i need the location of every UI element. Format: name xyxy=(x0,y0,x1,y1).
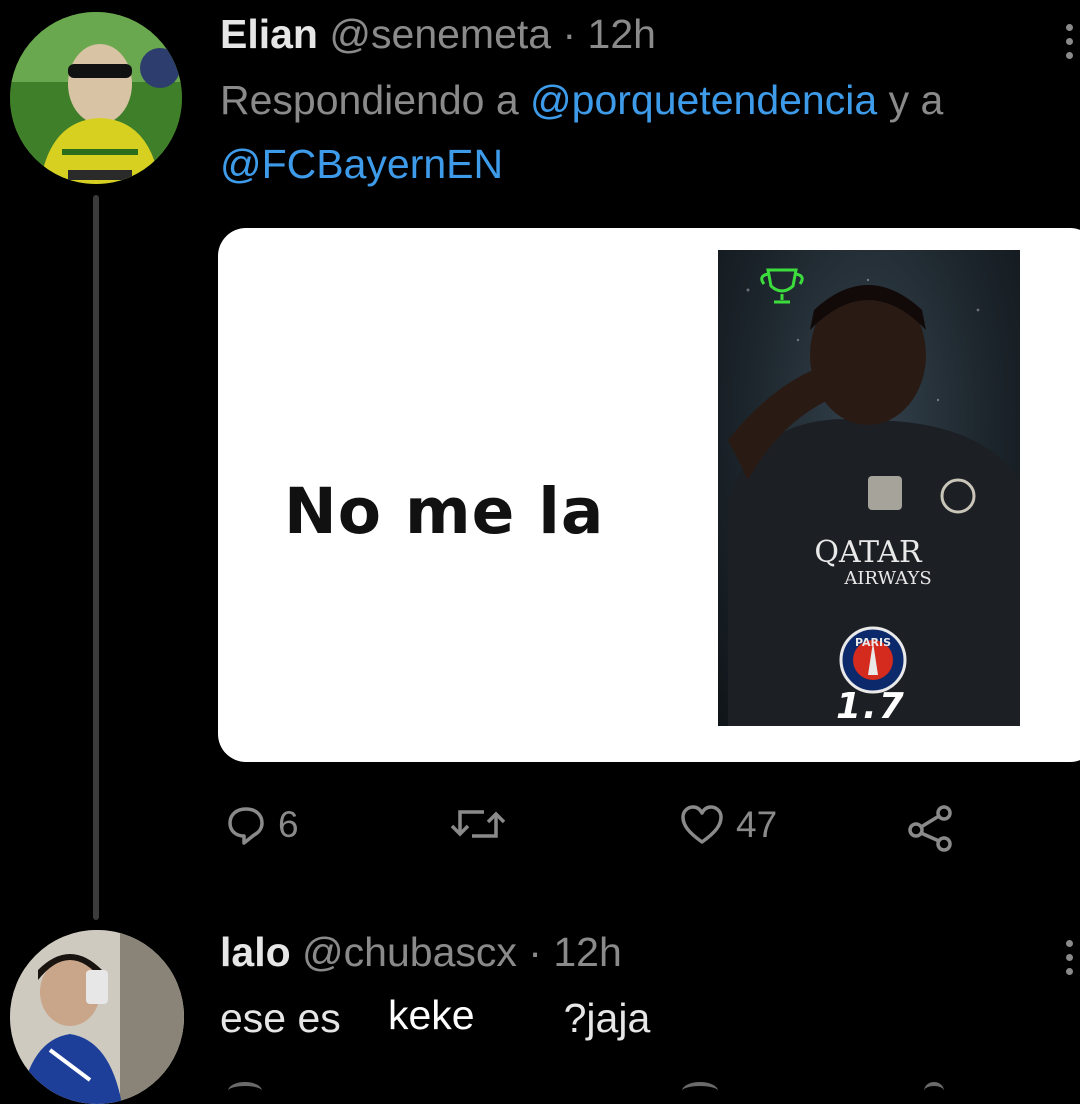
overlay-word: keke xyxy=(388,992,475,1038)
handle[interactable]: @chubascx xyxy=(302,929,517,975)
heart-icon xyxy=(681,805,723,844)
display-name[interactable]: lalo xyxy=(220,929,291,975)
like-button[interactable]: 47 xyxy=(680,804,777,846)
thread-line xyxy=(93,195,99,920)
svg-text:AIRWAYS: AIRWAYS xyxy=(843,568,931,589)
avatar-elian[interactable] xyxy=(10,12,182,184)
reply-button[interactable]: 6 xyxy=(226,804,299,846)
separator: · xyxy=(528,929,542,975)
reply-text-start: ese es xyxy=(220,995,341,1041)
share-button[interactable] xyxy=(906,804,954,852)
reply-text-end: ?jaja xyxy=(563,995,651,1041)
replying-joiner: y a xyxy=(888,77,944,123)
retweet-button[interactable] xyxy=(450,804,506,844)
tweet-header: Elian @senemeta · 12h xyxy=(220,10,656,58)
player-image[interactable]: QATAR AIRWAYS PARIS 1.7 xyxy=(718,250,1020,727)
speech-bubble-icon xyxy=(228,807,264,845)
trophy-icon xyxy=(760,268,804,304)
media-card[interactable]: No me la QATAR AIRWAYS PARIS 1.7 xyxy=(218,228,1080,762)
meme-text: No me la xyxy=(284,475,605,548)
more-options-icon[interactable] xyxy=(1066,24,1074,59)
mention-link[interactable]: @FCBayernEN xyxy=(220,141,503,187)
replying-to-line: Respondiendo a @porquetendencia y a xyxy=(220,72,943,128)
timestamp[interactable]: 12h xyxy=(588,11,656,57)
replying-prefix: Respondiendo a xyxy=(220,77,519,123)
avatar-image xyxy=(10,930,184,1104)
reply-header: lalo @chubascx · 12h xyxy=(220,928,622,976)
more-options-icon[interactable] xyxy=(1066,940,1074,975)
retweet-icon xyxy=(450,810,506,838)
avatar-image xyxy=(10,12,182,184)
mention-link[interactable]: @porquetendencia xyxy=(530,77,877,123)
replying-to-line-2: @FCBayernEN xyxy=(220,136,503,192)
timestamp[interactable]: 12h xyxy=(553,929,621,975)
avatar-lalo[interactable] xyxy=(10,930,184,1104)
reply-count: 6 xyxy=(278,804,299,845)
separator: · xyxy=(562,11,577,57)
svg-text:QATAR: QATAR xyxy=(814,535,923,570)
psg-badge-icon: PARIS xyxy=(839,626,907,694)
handle[interactable]: @senemeta xyxy=(329,11,551,57)
like-count: 47 xyxy=(736,804,778,845)
tweet-actions: 6 47 xyxy=(218,804,1018,854)
svg-text:PARIS: PARIS xyxy=(855,636,891,649)
player-illustration: QATAR AIRWAYS PARIS xyxy=(728,268,1020,726)
reply-actions-partial xyxy=(220,1082,980,1099)
display-name[interactable]: Elian xyxy=(220,11,318,57)
share-icon xyxy=(908,805,952,852)
rating-label: 1.7 xyxy=(836,686,906,727)
